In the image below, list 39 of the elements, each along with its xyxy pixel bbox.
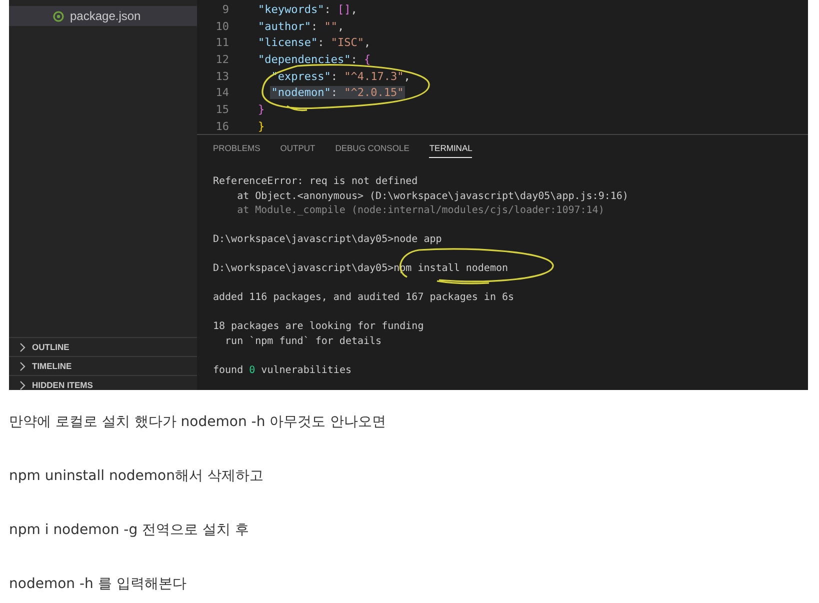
file-item[interactable]: package.json: [9, 6, 197, 26]
sidebar-section[interactable]: OUTLINE: [9, 337, 197, 356]
line-number: 12: [214, 52, 229, 66]
panel-tab[interactable]: OUTPUT: [280, 143, 316, 158]
line-number: 11: [214, 36, 229, 50]
code-line: }: [257, 120, 266, 133]
panel-tab[interactable]: PROBLEMS: [213, 143, 260, 158]
chevron-icon: [19, 380, 26, 390]
sidebar-section[interactable]: TIMELINE: [9, 356, 197, 375]
panel-tab[interactable]: TERMINAL: [429, 143, 472, 158]
line-number: 14: [214, 86, 229, 100]
paragraph: 만약에 로컬로 설치 했다가 nodemon -h 아무것도 안나오면: [9, 414, 388, 431]
terminal-line: D:\workspace\javascript\day05>node app: [213, 234, 442, 245]
line-number: 9: [221, 2, 229, 16]
chevron-icon: [19, 342, 26, 352]
line-number: 10: [214, 20, 229, 33]
code-line: "dependencies": {: [257, 52, 372, 66]
line-number: 13: [214, 70, 229, 83]
code-line: "author": "",: [257, 20, 346, 33]
sidebar-section[interactable]: HIDDEN ITEMS: [9, 375, 197, 390]
paragraph: npm i nodemon -g 전역으로 설치 후: [9, 522, 250, 539]
code-line: "keywords": [],: [257, 2, 358, 16]
terminal-line: run `npm fund` for details: [224, 336, 382, 346]
paragraph: npm uninstall nodemon해서 삭제하고: [9, 468, 264, 485]
terminal-line: at Module._compile (node:internal/modules/cjs/loader:1097:14): [236, 205, 604, 216]
line-number: 15: [214, 102, 229, 116]
terminal-line: added 116 packages, and audited 167 packages in 6s: [213, 292, 514, 303]
terminal-line: at Object.<anonymous> (D:\workspace\javascript\day05\app.js:9:16): [236, 190, 628, 202]
terminal-line: 18 packages are looking for funding: [213, 321, 424, 332]
json-file-icon: [53, 10, 64, 22]
chevron-icon: [19, 362, 26, 370]
terminal-line: ReferenceError: req is not defined: [213, 176, 418, 187]
code-line: }: [257, 102, 266, 116]
code-line: "license": "ISC",: [257, 36, 372, 50]
code-line: "express": "^4.17.3",: [270, 70, 412, 83]
line-number: 16: [214, 120, 229, 133]
terminal-line: found 0 vulnerabilities: [213, 364, 352, 376]
panel-tab[interactable]: DEBUG CONSOLE: [335, 143, 410, 158]
paragraph: nodemon -h 를 입력해본다: [9, 576, 188, 593]
